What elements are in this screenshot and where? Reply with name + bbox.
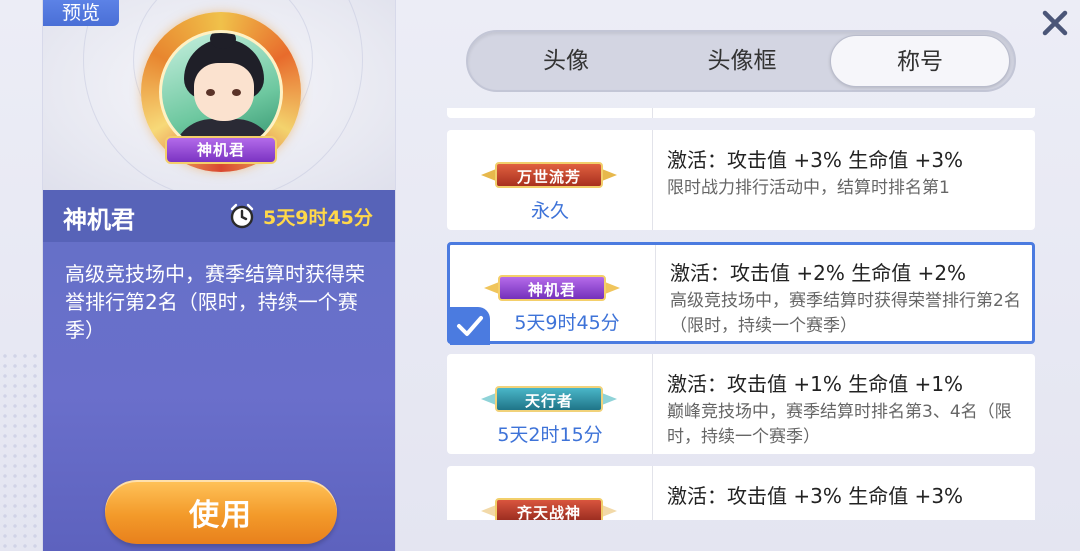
title-duration: 永久 [530,200,569,222]
avatar: 神机君 [141,12,301,172]
title-effect: 激活：攻击值 +1% 生命值 +1% [667,372,964,396]
title-effect: 激活：攻击值 +3% 生命值 +3% [667,484,964,508]
title-effect: 激活：攻击值 +2% 生命值 +2% [670,261,967,285]
title-badge: 神机君 [484,271,620,305]
title-badge: 万世流芳 [481,158,617,192]
title-effect: 激活：攻击值 +3% 生命值 +3% [667,148,964,172]
preview-area: 预览 神机君 [43,0,395,200]
list-item[interactable]: 齐天战神 激活：攻击值 +3% 生命值 +3% [447,466,1035,520]
selected-marker [450,307,490,345]
tab-title[interactable]: 称号 [830,35,1010,87]
list-item-selected[interactable]: 神机君 5天9时45分 激活：攻击值 +2% 生命值 +2% 高级竞技场中，赛季… [447,242,1035,345]
title-condition: 高级竞技场中，赛季结算时获得荣誉排行第2名（限时，持续一个赛季） [670,291,1021,336]
title-condition: 巅峰竞技场中，赛季结算时排名第3、4名（限时，持续一个赛季） [667,402,1012,447]
check-icon [457,316,483,336]
title-duration: 5天9时45分 [514,312,620,334]
title-condition: 限时战力排行活动中，结算时排名第1 [667,178,950,198]
use-button[interactable]: 使用 [105,480,337,544]
clock-icon [230,203,254,229]
list-item[interactable] [447,108,1035,118]
title-name: 神机君 [63,206,135,234]
preview-panel: 预览 神机君 神机君 5天9时45分 高级竞技场中，赛季结算时获得荣誉排行第2名… [42,0,396,551]
list-item[interactable]: 万世流芳 永久 激活：攻击值 +3% 生命值 +3% 限时战力排行活动中，结算时… [447,130,1035,230]
preview-tag: 预览 [43,0,119,26]
name-bar: 神机君 5天9时45分 [43,190,395,242]
avatar-title-badge: 神机君 [165,136,277,164]
description-area: 高级竞技场中，赛季结算时获得荣誉排行第2名（限时，持续一个赛季） 使用 [43,242,395,551]
title-list[interactable]: 万世流芳 永久 激活：攻击值 +3% 生命值 +3% 限时战力排行活动中，结算时… [447,108,1035,520]
close-icon[interactable] [1038,6,1072,40]
title-description: 高级竞技场中，赛季结算时获得荣誉排行第2名（限时，持续一个赛季） [65,262,365,342]
remaining-time: 5天9时45分 [263,207,373,229]
category-tabs: 头像 头像框 称号 [466,30,1016,92]
tab-avatar-frame[interactable]: 头像框 [652,35,832,87]
title-badge: 齐天战神 [481,494,617,520]
title-badge: 天行者 [481,382,617,416]
title-duration: 5天2时15分 [497,424,603,446]
list-item[interactable]: 天行者 5天2时15分 激活：攻击值 +1% 生命值 +1% 巅峰竞技场中，赛季… [447,354,1035,454]
tab-avatar[interactable]: 头像 [476,35,656,87]
